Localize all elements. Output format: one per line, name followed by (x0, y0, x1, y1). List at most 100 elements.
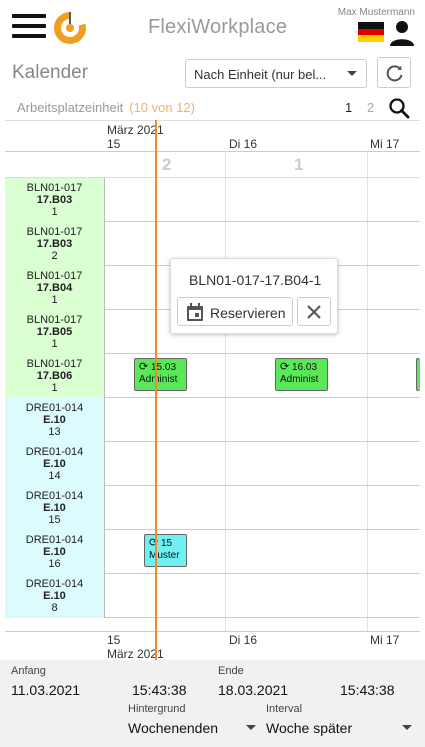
resource-label[interactable]: BLN01-017 17.B04 1 (5, 266, 105, 310)
booking-date: 15 (161, 538, 173, 549)
resource-label-line2: 17.B05 (36, 326, 73, 338)
resource-row[interactable]: BLN01-017 17.B06 1 ⟳ 15.03 Administ ⟳ 16.03… (5, 354, 420, 398)
resource-label[interactable]: DRE01-014 E.10 13 (5, 398, 105, 442)
refresh-button[interactable] (377, 57, 411, 88)
resource-label-line3: 1 (51, 382, 58, 394)
app-root: FlexiWorkplace Max Mustermann Kalender N… (0, 0, 425, 747)
resource-label-line3: 1 (51, 294, 58, 306)
resource-label[interactable]: DRE01-014 E.10 15 (5, 486, 105, 530)
unit-filter[interactable]: Arbeitsplatzeinheit (10 von 12) (17, 100, 195, 115)
page-link-2[interactable]: 2 (367, 100, 374, 115)
occupancy-count-row: 2 1 (5, 151, 420, 178)
occupancy-count: 2 (162, 155, 172, 174)
top-bar: FlexiWorkplace Max Mustermann (0, 0, 425, 52)
resource-label-line2: E.10 (43, 458, 66, 470)
view-select[interactable]: Nach Einheit (nur bel... (185, 59, 367, 88)
chevron-down-icon (347, 71, 357, 76)
interval-select[interactable]: Woche später (266, 720, 412, 740)
close-button[interactable] (297, 297, 331, 326)
resource-label[interactable]: DRE01-014 E.10 14 (5, 442, 105, 486)
booking-owner: Administ (139, 374, 178, 385)
resource-label-line1: BLN01-017 (26, 270, 83, 282)
calendar-grid: März 2021 15 Di 16 Mi 17 2 1 BLN01-017 17… (5, 120, 420, 661)
search-icon[interactable] (388, 97, 410, 119)
resource-label-line3: 15 (48, 514, 61, 526)
resource-label[interactable]: DRE01-014 E.10 8 (5, 574, 105, 618)
resource-label-line2: 17.B04 (36, 282, 73, 294)
page-title: Kalender (12, 62, 89, 83)
resource-label[interactable]: DRE01-014 E.10 16 (5, 530, 105, 574)
resource-label-line2: 17.B06 (36, 370, 73, 382)
resource-label-line2: 17.B03 (36, 238, 73, 250)
unit-label: Arbeitsplatzeinheit (17, 100, 124, 115)
resource-label-line3: 14 (48, 470, 61, 482)
resource-row[interactable]: DRE01-014 E.10 8 (5, 574, 420, 618)
booking-block[interactable]: ⟳ 15.03 Administ (134, 358, 187, 391)
resource-label-line3: 2 (51, 250, 58, 262)
booking-owner: Muster (149, 550, 180, 561)
resource-row[interactable]: DRE01-014 E.10 16 ⟳ 15 Muster (5, 530, 420, 574)
resource-label-line3: 8 (51, 602, 58, 614)
calendar-icon (187, 303, 203, 321)
resource-label[interactable]: BLN01-017 17.B03 1 (5, 178, 105, 222)
chevron-down-icon (402, 725, 412, 730)
reserve-button[interactable]: Reservieren (177, 297, 293, 326)
day-label: Di 16 (229, 137, 258, 151)
user-name: Max Mustermann (337, 7, 415, 18)
resource-label-line1: BLN01-017 (26, 358, 83, 370)
resource-label-line1: DRE01-014 (25, 446, 84, 458)
resource-label-line3: 1 (51, 206, 58, 218)
start-time[interactable]: 15:43:38 (132, 682, 187, 698)
resource-label-line1: BLN01-017 (26, 226, 83, 238)
resource-row[interactable]: DRE01-014 E.10 14 (5, 442, 420, 486)
refresh-icon (386, 65, 403, 82)
resource-label[interactable]: BLN01-017 17.B06 1 (5, 354, 105, 398)
resource-label-line2: E.10 (43, 502, 66, 514)
start-date[interactable]: 11.03.2021 (11, 682, 80, 698)
end-time[interactable]: 15:43:38 (340, 682, 395, 698)
resource-label[interactable]: BLN01-017 17.B03 2 (5, 222, 105, 266)
resource-label-line2: E.10 (43, 590, 66, 602)
recurring-icon: ⟳ (280, 361, 290, 373)
flexiworkplace-logo[interactable] (52, 9, 88, 45)
occupancy-count: 1 (294, 155, 304, 174)
reservation-popup: BLN01-017-17.B04-1 Reservieren (170, 258, 338, 334)
resource-label-line1: BLN01-017 (26, 314, 83, 326)
booking-block[interactable] (416, 358, 420, 391)
current-time-line (155, 120, 157, 660)
day-label: Di 16 (229, 633, 258, 647)
resource-row[interactable]: BLN01-017 17.B03 1 (5, 178, 420, 222)
interval-value: Woche später (266, 720, 353, 736)
resource-row[interactable]: DRE01-014 E.10 15 (5, 486, 420, 530)
date-footer: 15 Di 16 Mi 17 März 2021 (5, 631, 420, 661)
background-value: Wochenenden (128, 720, 219, 736)
close-icon (307, 305, 321, 319)
germany-flag-icon[interactable] (358, 22, 384, 42)
resource-label-line3: 1 (51, 338, 58, 350)
end-date[interactable]: 18.03.2021 (218, 682, 288, 698)
resource-label-line3: 13 (48, 426, 61, 438)
reserve-label: Reservieren (210, 305, 286, 321)
user-icon[interactable] (389, 20, 415, 46)
background-label: Hintergrund (128, 703, 186, 715)
start-label: Anfang (11, 665, 46, 677)
background-select[interactable]: Wochenenden (128, 720, 256, 740)
resource-label-line1: DRE01-014 (25, 534, 84, 546)
resource-label-line2: 17.B03 (36, 194, 73, 206)
day-label: 15 (107, 137, 121, 151)
resource-row[interactable]: DRE01-014 E.10 13 (5, 398, 420, 442)
booking-block[interactable]: ⟳ 15 Muster (144, 534, 187, 567)
resource-label-line1: BLN01-017 (26, 182, 83, 194)
day-label: Mi 17 (370, 633, 400, 647)
booking-block[interactable]: ⟳ 16.03 Administ (275, 358, 328, 391)
resource-label[interactable]: BLN01-017 17.B05 1 (5, 310, 105, 354)
hamburger-icon[interactable] (12, 12, 48, 40)
page-link-1[interactable]: 1 (345, 100, 352, 115)
view-select-value: Nach Einheit (nur bel... (194, 67, 327, 82)
app-title: FlexiWorkplace (148, 16, 288, 38)
date-header: März 2021 15 Di 16 Mi 17 (5, 121, 420, 151)
end-label: Ende (218, 665, 244, 677)
unit-count: (10 von 12) (129, 100, 195, 115)
day-label: Mi 17 (370, 137, 400, 151)
range-panel: Anfang 11.03.2021 15:43:38 Ende 18.03.20… (0, 660, 425, 747)
